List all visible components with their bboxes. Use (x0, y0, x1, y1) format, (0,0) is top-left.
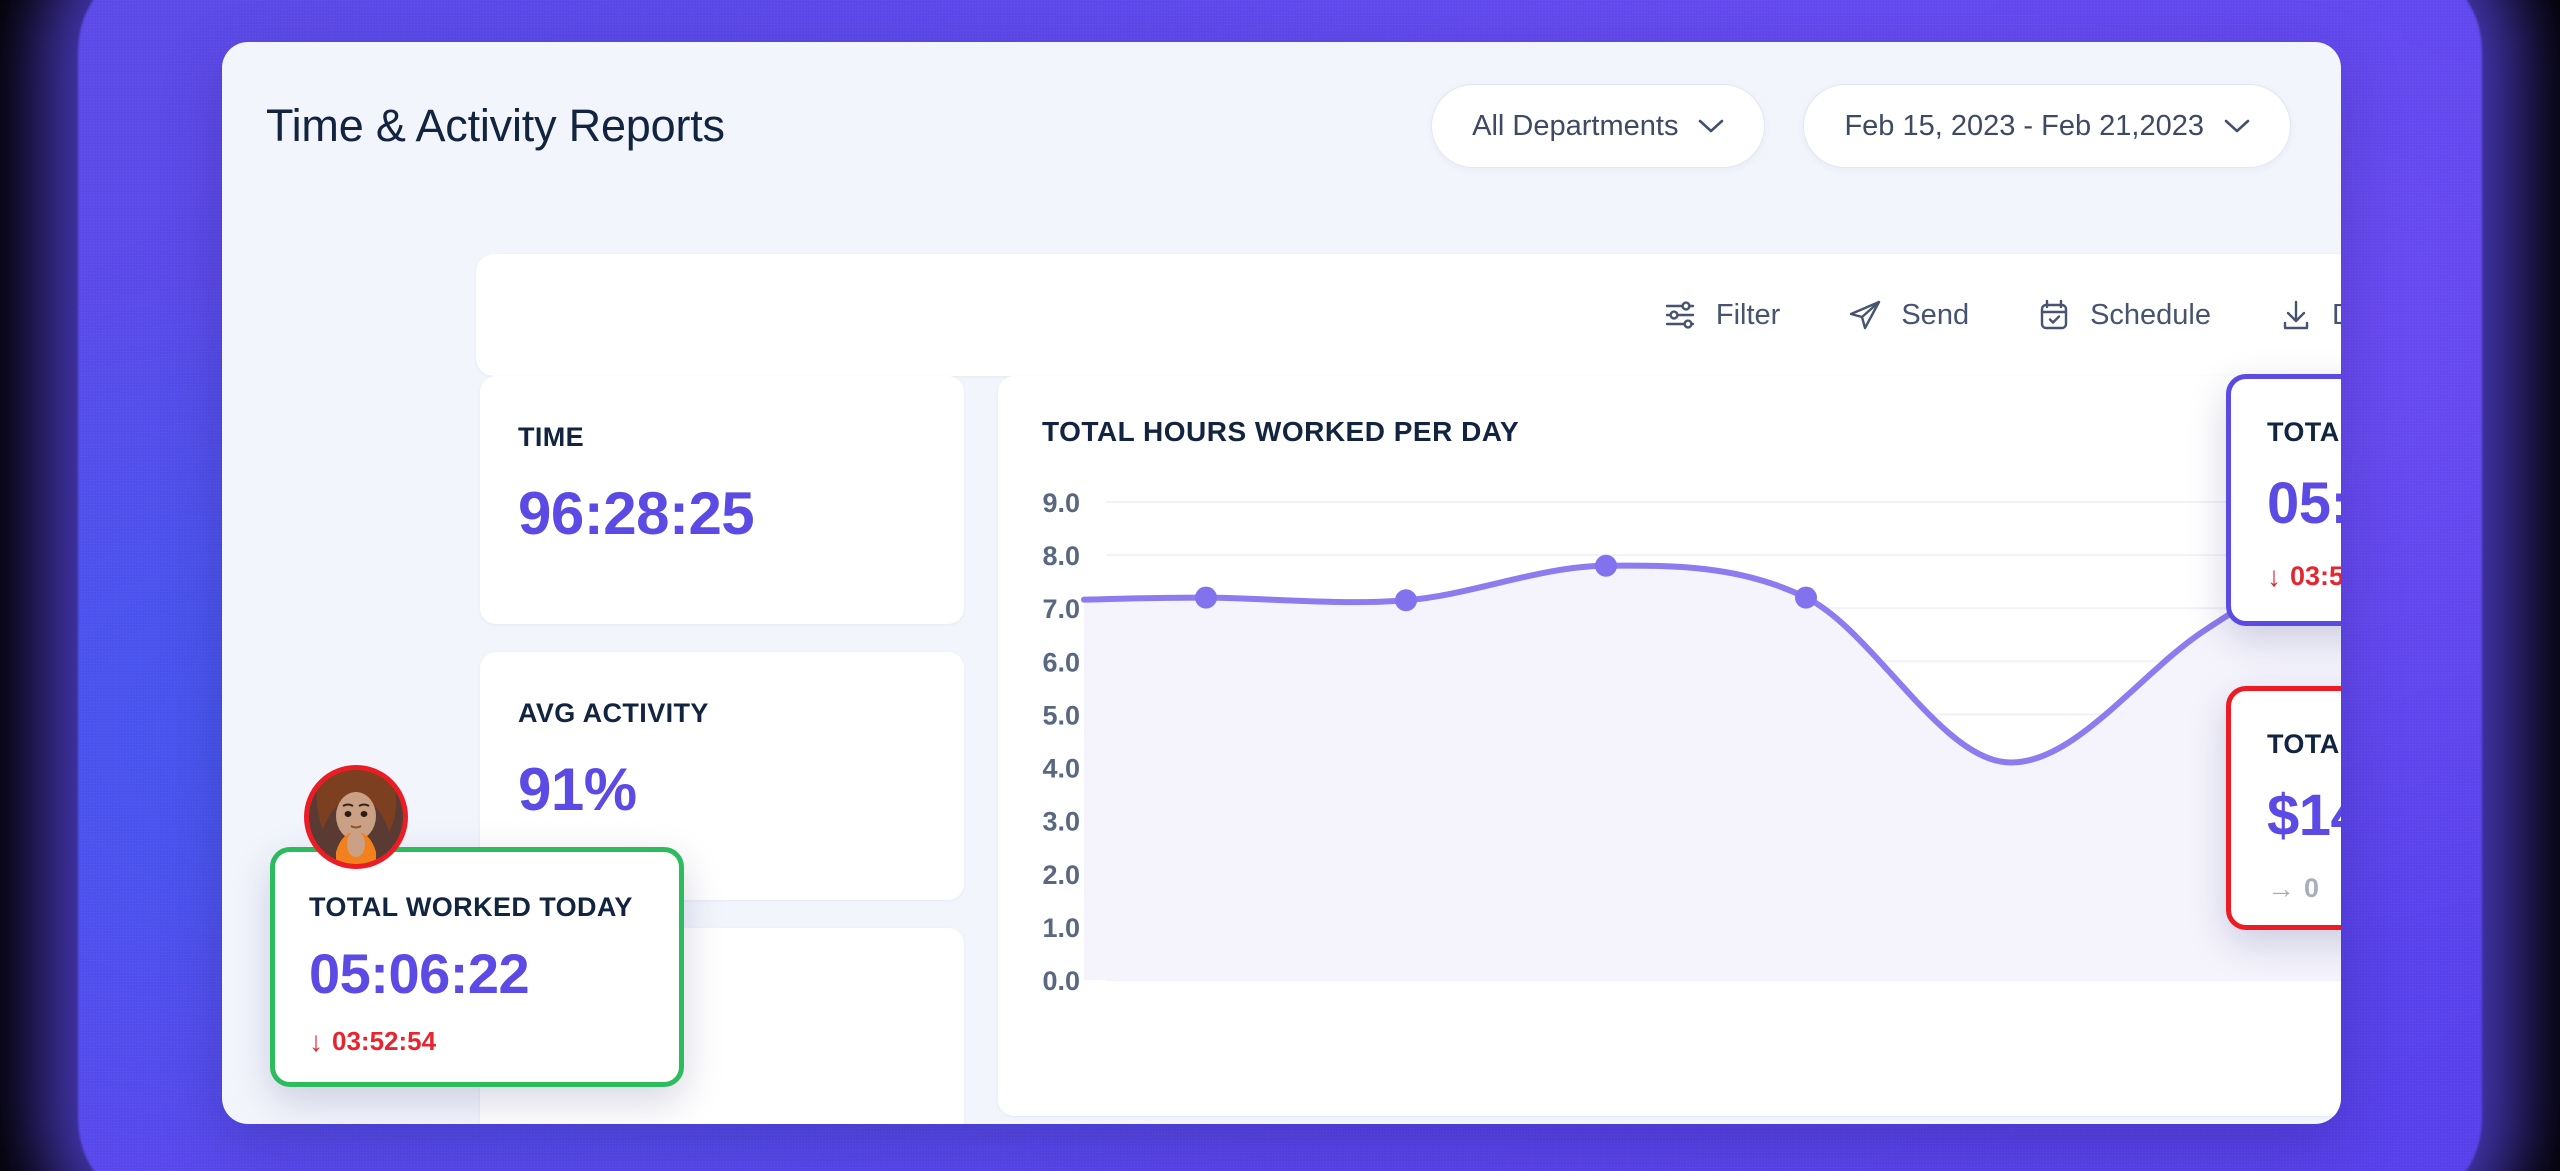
highlight-card-value: 05:06:22 (2267, 471, 2341, 536)
page-title: Time & Activity Reports (266, 100, 725, 151)
send-label: Send (1901, 298, 1970, 331)
arrow-down-icon: ↓ (2267, 560, 2281, 592)
highlight-card-title: TOTAL WORKED TODAY (309, 892, 633, 922)
highlight-card-value: $145 (2267, 783, 2341, 848)
highlight-card-delta-value: 03:52:54 (2290, 561, 2341, 591)
download-button[interactable]: Download (2277, 296, 2341, 334)
highlight-card-value: 05:06:22 (309, 942, 530, 1005)
chart-data-point[interactable] (1595, 554, 1617, 577)
schedule-button[interactable]: Schedule (2035, 296, 2211, 334)
highlight-card-delta: ↓ 03:52:54 (2267, 561, 2341, 592)
highlight-card-title: TOTAL WORKED TODAY (2267, 417, 2341, 447)
app-header: Time & Activity Reports All Departments … (222, 42, 2341, 210)
highlight-card-delta: → 0 (2267, 873, 2341, 904)
stat-card-avg-activity-value: 91% (518, 756, 637, 823)
stat-card-time-value: 96:28:25 (518, 480, 755, 547)
chart-title: TOTAL HOURS WORKED PER DAY (1042, 416, 1520, 447)
chart-y-tick-label: 4.0 (1042, 754, 1080, 784)
calendar-check-icon (2035, 296, 2073, 334)
highlight-card-worked-today-right[interactable]: TOTAL WORKED TODAY 05:06:22 ↓ 03:52:54 (2226, 374, 2341, 626)
report-body: TIME 96:28:25 AVG ACTIVITY 91% TOTAL HOU… (476, 376, 2341, 1124)
arrow-down-icon: ↓ (309, 1025, 323, 1057)
header-controls: All Departments Feb 15, 2023 - Feb 21,20… (1431, 84, 2291, 168)
department-filter-dropdown[interactable]: All Departments (1431, 84, 1766, 168)
highlight-card-total-earned[interactable]: TOTAL EARNED $145 → 0 (2226, 686, 2341, 930)
chart-y-tick-label: 7.0 (1042, 594, 1080, 624)
line-chart-plot: 9.0 8.0 7.0 6.0 5.0 4.0 3.0 2.0 1.0 0.0 (998, 476, 2341, 1006)
schedule-label: Schedule (2090, 298, 2212, 331)
chart-y-tick-label: 2.0 (1042, 860, 1080, 890)
stat-card-time-title: TIME (518, 422, 585, 452)
chart-y-tick-label: 8.0 (1042, 541, 1080, 571)
arrow-right-icon: → (2267, 872, 2295, 904)
chart-y-tick-label: 6.0 (1042, 647, 1080, 677)
stat-card-avg-activity-title: AVG ACTIVITY (518, 698, 709, 728)
date-range-label: Feb 15, 2023 - Feb 21,2023 (1844, 109, 2204, 142)
report-toolbar: Filter Send Schedule (476, 254, 2341, 376)
screenshot-stage: Time & Activity Reports All Departments … (0, 0, 2560, 1171)
chart-y-tick-label: 9.0 (1042, 488, 1080, 518)
highlight-card-delta-value: 03:52:54 (332, 1026, 437, 1056)
user-avatar[interactable] (304, 765, 408, 869)
highlight-card-worked-today-left[interactable]: TOTAL WORKED TODAY 05:06:22 ↓ 03:52:54 (270, 847, 684, 1087)
chevron-down-icon (1698, 118, 1724, 134)
chart-y-tick-label: 1.0 (1042, 913, 1080, 943)
chevron-down-icon (2224, 118, 2250, 134)
filter-sliders-icon (1661, 296, 1699, 334)
stat-card-time: TIME 96:28:25 (480, 376, 964, 624)
date-range-picker[interactable]: Feb 15, 2023 - Feb 21,2023 (1803, 84, 2291, 168)
filter-label: Filter (1715, 298, 1781, 331)
highlight-card-delta: ↓ 03:52:54 (309, 1026, 645, 1057)
chart-y-tick-label: 0.0 (1042, 966, 1080, 996)
send-button[interactable]: Send (1846, 296, 1969, 334)
highlight-card-delta-value: 0 (2304, 873, 2320, 903)
chart-svg: 9.0 8.0 7.0 6.0 5.0 4.0 3.0 2.0 1.0 0.0 (1042, 488, 2341, 996)
chart-area-fill (1084, 543, 2341, 980)
chart-data-point[interactable] (1395, 589, 1417, 612)
hours-worked-chart-card: TOTAL HOURS WORKED PER DAY 9.0 8.0 7.0 6.0 5… (998, 376, 2341, 1116)
department-filter-label: All Departments (1472, 109, 1679, 142)
chart-data-point[interactable] (1195, 586, 1217, 609)
dashboard-window: Time & Activity Reports All Departments … (222, 42, 2341, 1124)
chart-y-tick-label: 3.0 (1042, 807, 1080, 837)
chart-data-point[interactable] (1795, 586, 1817, 609)
highlight-card-title: TOTAL EARNED (2267, 729, 2341, 759)
paper-plane-icon (1846, 296, 1884, 334)
chart-y-tick-labels: 9.0 8.0 7.0 6.0 5.0 4.0 3.0 2.0 1.0 0.0 (1042, 488, 1080, 996)
download-arrow-icon (2277, 296, 2315, 334)
chart-y-tick-label: 5.0 (1042, 700, 1080, 730)
filter-button[interactable]: Filter (1661, 296, 1780, 334)
download-label: Download (2332, 299, 2341, 332)
